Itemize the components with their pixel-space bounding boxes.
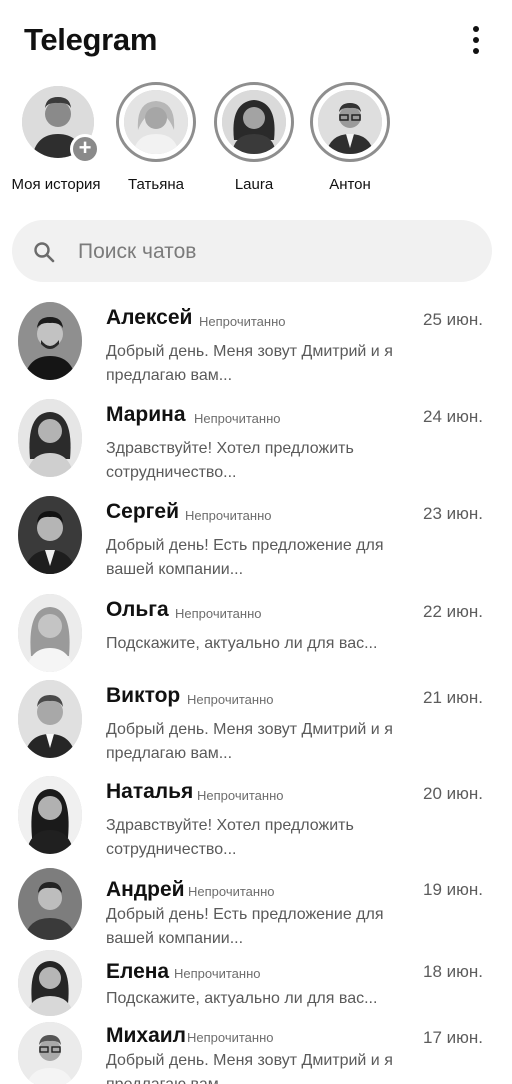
story-anton[interactable]: Антон bbox=[302, 82, 398, 198]
chat-preview: Добрый день! Есть предложение для вашей … bbox=[106, 537, 384, 578]
unread-status: Непрочитанно bbox=[185, 508, 272, 523]
chat-name: Алексей bbox=[106, 306, 193, 329]
chat-name: Марина bbox=[106, 403, 186, 426]
search-placeholder: Поиск чатов bbox=[78, 240, 197, 263]
story-name: Антон bbox=[329, 176, 371, 193]
avatar bbox=[18, 680, 82, 758]
chat-name: Михаил bbox=[106, 1024, 187, 1047]
unread-status: Непрочитанно bbox=[174, 966, 261, 981]
chat-date: 21 июн. bbox=[423, 688, 483, 707]
unread-status: Непрочитанно bbox=[175, 606, 262, 621]
more-vertical-icon[interactable] bbox=[462, 24, 490, 56]
chat-item[interactable]: Наталья Непрочитанно 20 июн. Здравствуйт… bbox=[0, 770, 512, 860]
chat-preview: Добрый день. Меня зовут Дмитрий и я пред… bbox=[106, 721, 393, 762]
unread-status: Непрочитанно bbox=[188, 884, 275, 899]
unread-status: Непрочитанно bbox=[194, 411, 281, 426]
story-name: Laura bbox=[234, 176, 274, 193]
chat-item[interactable]: Алексей Непрочитанно 25 июн. Добрый день… bbox=[0, 296, 512, 386]
chat-date: 22 июн. bbox=[423, 602, 483, 621]
story-tatyana[interactable]: Татьяна bbox=[108, 82, 204, 198]
unread-status: Непрочитанно bbox=[197, 788, 284, 803]
chat-item[interactable]: Марина Непрочитанно 24 июн. Здравствуйте… bbox=[0, 393, 512, 483]
app-header: Telegram bbox=[0, 0, 512, 78]
chat-name: Наталья bbox=[106, 780, 194, 803]
unread-status: Непрочитанно bbox=[187, 1030, 274, 1045]
chat-name: Андрей bbox=[106, 878, 185, 901]
story-my[interactable]: + Моя история bbox=[8, 82, 104, 198]
chat-date: 20 июн. bbox=[423, 784, 483, 803]
chat-item[interactable]: Михаил Непрочитанно 17 июн. Добрый день.… bbox=[0, 1020, 512, 1084]
chat-date: 24 июн. bbox=[423, 407, 483, 426]
search-input[interactable]: Поиск чатов bbox=[12, 220, 492, 282]
chat-preview: Подскажите, актуально ли для вас... bbox=[106, 635, 378, 652]
chat-preview: Добрый день. Меня зовут Дмитрий и я пред… bbox=[106, 343, 393, 384]
unread-status: Непрочитанно bbox=[199, 314, 286, 329]
avatar bbox=[318, 90, 382, 154]
avatar bbox=[18, 776, 82, 854]
chat-date: 23 июн. bbox=[423, 504, 483, 523]
chat-date: 17 июн. bbox=[423, 1028, 483, 1047]
avatar bbox=[124, 90, 188, 154]
chat-item[interactable]: Ольга Непрочитанно 22 июн. Подскажите, а… bbox=[0, 588, 512, 678]
avatar bbox=[18, 950, 82, 1028]
chat-item[interactable]: Виктор Непрочитанно 21 июн. Добрый день.… bbox=[0, 674, 512, 764]
app-title: Telegram bbox=[24, 22, 158, 57]
chat-name: Виктор bbox=[106, 684, 181, 707]
chat-preview: Здравствуйте! Хотел предложить сотруднич… bbox=[106, 817, 354, 858]
story-name: Татьяна bbox=[128, 176, 184, 193]
chat-preview: Добрый день. Меня зовут Дмитрий и я пред… bbox=[106, 1052, 393, 1084]
unread-status: Непрочитанно bbox=[187, 692, 274, 707]
avatar bbox=[18, 594, 82, 672]
chat-item[interactable]: Сергей Непрочитанно 23 июн. Добрый день!… bbox=[0, 490, 512, 580]
avatar bbox=[18, 1022, 82, 1084]
chat-name: Ольга bbox=[106, 598, 169, 621]
story-name: Моя история bbox=[11, 176, 101, 193]
chat-date: 18 июн. bbox=[423, 962, 483, 981]
stories-row: + Моя история Татьяна Laura Антон bbox=[0, 82, 512, 198]
chat-item[interactable]: Андрей Непрочитанно 19 июн. Добрый день!… bbox=[0, 866, 512, 947]
chat-preview: Добрый день! Есть предложение для вашей … bbox=[106, 906, 384, 947]
story-laura[interactable]: Laura bbox=[206, 82, 302, 198]
chat-preview: Подскажите, актуально ли для вас... bbox=[106, 990, 378, 1007]
plus-icon[interactable]: + bbox=[70, 134, 100, 164]
search-icon bbox=[32, 240, 56, 264]
avatar bbox=[18, 302, 82, 380]
chat-name: Сергей bbox=[106, 500, 180, 523]
chat-preview: Здравствуйте! Хотел предложить сотруднич… bbox=[106, 440, 354, 481]
avatar bbox=[18, 496, 82, 574]
avatar bbox=[18, 399, 82, 477]
chat-date: 25 июн. bbox=[423, 310, 483, 329]
avatar bbox=[18, 868, 82, 946]
chat-name: Елена bbox=[106, 960, 170, 983]
avatar bbox=[222, 90, 286, 154]
chat-date: 19 июн. bbox=[423, 880, 483, 899]
chat-item[interactable]: Елена Непрочитанно 18 июн. Подскажите, а… bbox=[0, 950, 512, 1024]
